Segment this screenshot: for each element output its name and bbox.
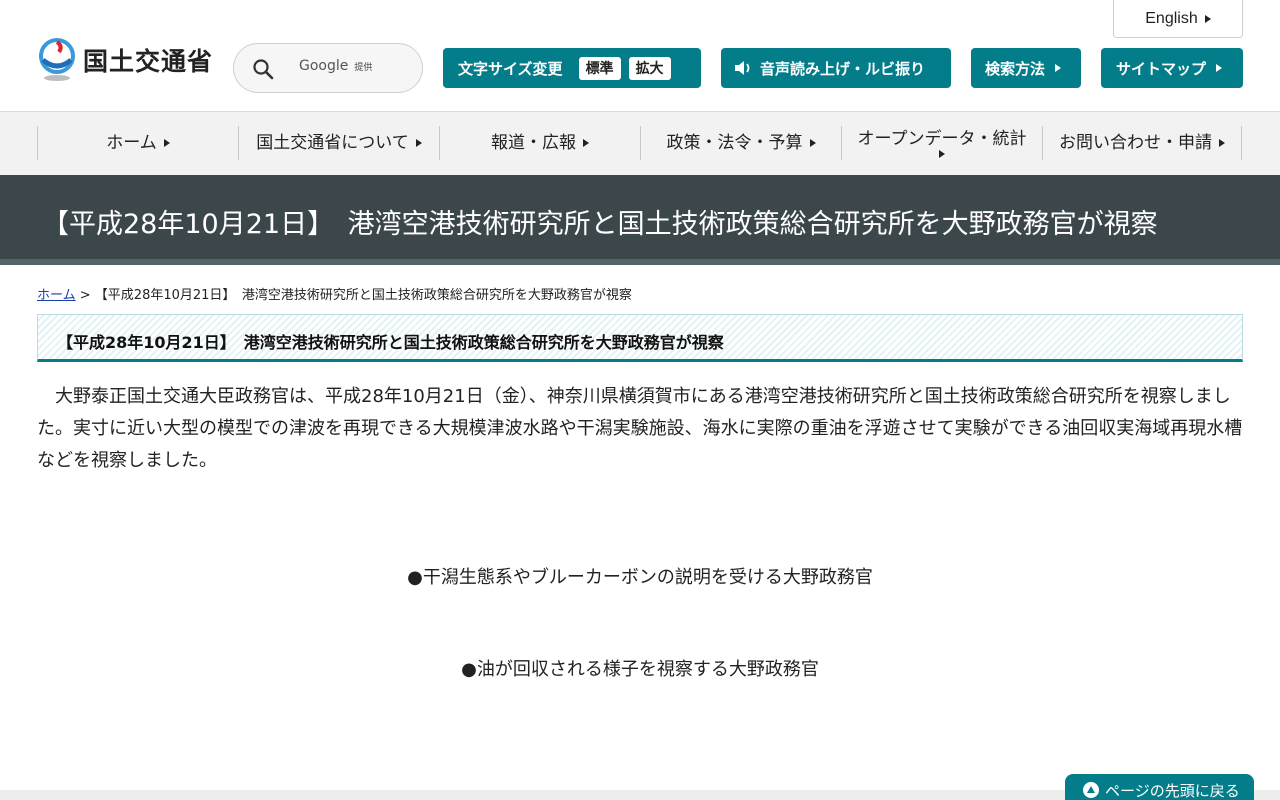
page-title: 【平成28年10月21日】 港湾空港技術研究所と国土技術政策総合研究所を大野政務… xyxy=(42,209,1158,240)
search-icon[interactable] xyxy=(252,58,274,80)
breadcrumb-home-link[interactable]: ホーム xyxy=(37,288,76,303)
photo-caption: ●干潟生態系やブルーカーボンの説明を受ける大野政務官 xyxy=(407,567,873,588)
site-header: 国土交通省 Google 提供 文字サイズ変更 標準 拡大 音声読み上げ・ルビ振り… xyxy=(0,0,1280,112)
nav-item-label: 政策・法令・予算 xyxy=(666,132,803,153)
search-provider: Google xyxy=(299,58,349,74)
breadcrumb: ホーム > 【平成28年10月21日】 港湾空港技術研究所と国土技術政策総合研究… xyxy=(37,284,632,303)
article-body: 大野泰正国土交通大臣政務官は、平成28年10月21日（金）、神奈川県横須賀市にあ… xyxy=(37,386,1243,471)
english-button[interactable]: English xyxy=(1113,0,1243,38)
font-size-standard-button[interactable]: 標準 xyxy=(578,56,621,80)
arrow-right-icon xyxy=(1055,64,1062,72)
search-method-button[interactable]: 検索方法 xyxy=(971,48,1081,88)
breadcrumb-current: 【平成28年10月21日】 港湾空港技術研究所と国土技術政策総合研究所を大野政務… xyxy=(94,288,632,303)
arrow-right-icon xyxy=(583,139,589,147)
nav-item-label: ホーム xyxy=(106,132,157,153)
page-top-label: ページの先頭に戻る xyxy=(1105,781,1240,800)
search-method-label: 検索方法 xyxy=(985,59,1046,78)
site-search[interactable]: Google 提供 xyxy=(233,43,423,93)
font-size-control: 文字サイズ変更 標準 拡大 xyxy=(443,48,701,88)
nav-item-policy[interactable]: 政策・法令・予算 xyxy=(640,126,841,160)
nav-item-label: 国土交通省について xyxy=(256,132,409,153)
arrow-up-icon xyxy=(1083,782,1099,798)
arrow-right-icon xyxy=(1219,139,1225,147)
nav-item-open-data[interactable]: オープンデータ・統計 xyxy=(841,126,1042,160)
font-size-label: 文字サイズ変更 xyxy=(458,59,563,78)
arrow-right-icon xyxy=(939,150,945,159)
nav-item-label: お問い合わせ・申請 xyxy=(1059,132,1212,153)
site-logo-text: 国土交通省 xyxy=(83,47,214,76)
nav-item-label: 報道・広報 xyxy=(491,132,576,153)
arrow-right-icon xyxy=(809,139,816,147)
english-label: English xyxy=(1145,9,1198,27)
global-nav: ホーム 国土交通省について 報道・広報 政策・法令・予算 オープンデータ・統計 … xyxy=(0,112,1280,175)
arrow-right-icon xyxy=(1216,64,1223,72)
section-heading: 【平成28年10月21日】 港湾空港技術研究所と国土技術政策総合研究所を大野政務… xyxy=(57,333,724,352)
speech-ruby-label: 音声読み上げ・ルビ振り xyxy=(760,59,926,78)
arrow-right-icon xyxy=(1204,14,1211,23)
breadcrumb-separator: > xyxy=(75,288,95,303)
page-top-button[interactable]: ページの先頭に戻る xyxy=(1065,774,1254,800)
speaker-icon xyxy=(735,61,750,75)
sitemap-button[interactable]: サイトマップ xyxy=(1101,48,1243,88)
search-input[interactable]: Google 提供 xyxy=(299,58,372,74)
speech-ruby-button[interactable]: 音声読み上げ・ルビ振り xyxy=(721,48,951,88)
search-provider-suffix: 提供 xyxy=(354,63,373,73)
nav-item-press[interactable]: 報道・広報 xyxy=(439,126,640,160)
photo-caption: ●油が回収される様子を視察する大野政務官 xyxy=(461,659,819,680)
mlit-logo-icon xyxy=(39,38,75,81)
section-heading-box: 【平成28年10月21日】 港湾空港技術研究所と国土技術政策総合研究所を大野政務… xyxy=(37,314,1243,362)
sitemap-label: サイトマップ xyxy=(1116,59,1207,78)
nav-item-label: オープンデータ・統計 xyxy=(857,128,1027,149)
site-logo[interactable]: 国土交通省 xyxy=(37,38,213,82)
arrow-right-icon xyxy=(415,139,422,147)
nav-item-home[interactable]: ホーム xyxy=(37,126,238,160)
page-title-banner: 【平成28年10月21日】 港湾空港技術研究所と国土技術政策総合研究所を大野政務… xyxy=(0,175,1280,265)
font-size-large-button[interactable]: 拡大 xyxy=(628,56,671,80)
arrow-right-icon xyxy=(163,139,170,147)
nav-item-about[interactable]: 国土交通省について xyxy=(238,126,439,160)
nav-item-contact[interactable]: お問い合わせ・申請 xyxy=(1042,126,1242,160)
